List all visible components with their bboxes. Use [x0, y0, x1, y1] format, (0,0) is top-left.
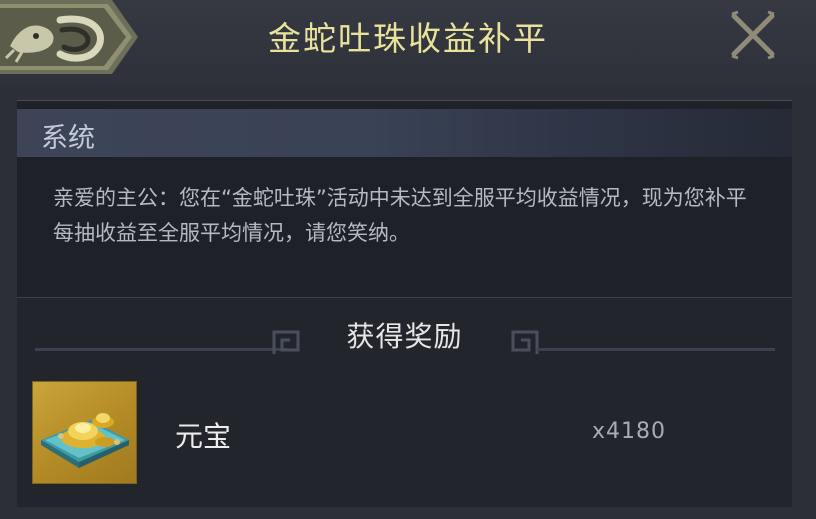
reward-rule-left	[35, 348, 287, 351]
meander-ornament-icon	[511, 330, 539, 354]
meander-ornament-icon	[272, 330, 300, 354]
sender-label: 系统	[41, 123, 95, 154]
gold-ingot-icon	[41, 413, 129, 468]
reward-item-quantity: x4180	[592, 419, 667, 444]
page-title: 金蛇吐珠收益补平	[268, 19, 548, 58]
reward-item-slot[interactable]	[32, 381, 137, 484]
reward-item-name: 元宝	[175, 420, 232, 453]
reward-rule-right	[537, 348, 775, 351]
mail-message: 亲爱的主公：您在“金蛇吐珠”活动中未达到全服平均收益情况，现为您补平每抽收益至全…	[53, 186, 747, 245]
header-bar: 金蛇吐珠收益补平	[0, 0, 816, 88]
sender-bar: 系统	[17, 109, 792, 157]
close-button[interactable]	[726, 8, 780, 62]
close-icon	[731, 10, 775, 60]
reward-section: 获得奖励 元宝 x4180	[17, 298, 792, 507]
mail-panel: 系统 亲爱的主公：您在“金蛇吐珠”活动中未达到全服平均收益情况，现为您补平每抽收…	[17, 100, 792, 507]
